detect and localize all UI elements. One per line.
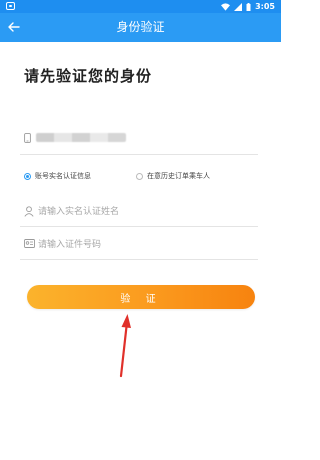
signal-icon [234,2,243,11]
app-bar-title: 身份验证 [116,20,165,34]
notification-icon [6,2,15,10]
status-time: 3:05 [255,2,275,11]
person-icon [24,206,34,217]
verification-method-group: 账号实名认证信息 在意历史订单乘车人 [20,168,258,184]
id-field-row [20,230,258,260]
radio-label: 在意历史订单乘车人 [147,172,210,180]
app-bar: 身份验证 [0,13,281,42]
masked-phone-number [36,133,126,142]
page-title: 请先验证您的身份 [24,67,153,85]
id-card-icon [24,239,35,248]
name-field-row [20,197,258,227]
radio-account-realname[interactable]: 账号实名认证信息 [24,171,91,181]
radio-unselected-indicator [136,172,143,180]
realname-input[interactable] [38,202,248,222]
battery-icon [246,2,251,11]
status-bar: 3:05 [0,0,281,13]
id-number-input[interactable] [38,235,248,255]
phone-number-row [20,121,258,155]
phone-icon [24,133,31,143]
verify-button[interactable]: 验 证 [27,285,255,309]
radio-label: 账号实名认证信息 [35,172,91,180]
wifi-icon [221,2,231,11]
radio-history-passenger[interactable]: 在意历史订单乘车人 [136,171,210,181]
status-icons: 3:05 [221,1,275,12]
radio-selected-indicator [24,172,31,180]
